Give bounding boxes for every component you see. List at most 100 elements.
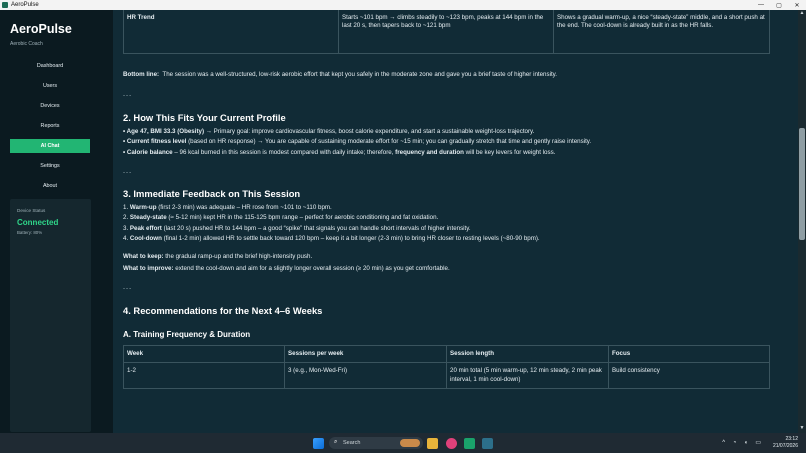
list-item: • Age 47, BMI 33.3 (Obesity) → Primary g… (123, 128, 780, 136)
feedback-list: 1. Warm-up (first 2-3 min) was adequate … (123, 204, 780, 243)
separator: --- (123, 285, 133, 293)
table-header-row: Week Sessions per week Session length Fo… (123, 345, 770, 364)
separator: --- (123, 91, 133, 99)
sidebar: AeroPulse Aerobic Coach Dashboard Users … (0, 10, 100, 433)
what-to-improve-text: extend the cool-down and aim for a sligh… (173, 264, 450, 272)
list-item-text: (final 1-2 min) allowed HR to settle bac… (161, 235, 540, 243)
list-item-text: (first 2-3 min) was adequate – HR rose f… (156, 204, 332, 212)
sidebar-item-users[interactable]: Users (10, 79, 90, 93)
device-battery: Battery: 80% (17, 230, 43, 235)
taskbar-search[interactable]: ⌕ Search (329, 437, 423, 449)
close-button[interactable]: ✕ (788, 2, 806, 9)
training-plan-table: Week Sessions per week Session length Fo… (123, 345, 770, 390)
list-item-number: 4. (123, 235, 130, 243)
sidebar-item-dashboard[interactable]: Dashboard (10, 59, 90, 73)
what-to-keep-text: the gradual ramp-up and the brief high-i… (163, 253, 313, 261)
clock[interactable]: 23:12 21/07/2026 (773, 436, 798, 449)
table-cell: 1-2 (123, 362, 285, 390)
list-item-text: (based on HR response) → You are capable… (186, 138, 592, 146)
list-item: 2. Steady-state (≈ 5-12 min) kept HR in … (123, 214, 780, 222)
aeropulse-app-icon[interactable] (482, 438, 493, 449)
what-to-improve: What to improve: extend the cool-down an… (123, 265, 780, 273)
file-explorer-icon[interactable] (427, 438, 438, 449)
table-row: HR Trend Starts ~101 bpm → climbs steadi… (123, 10, 770, 54)
bottom-line: Bottom line: The session was a well-stru… (123, 71, 780, 79)
sidebar-item-about[interactable]: About (10, 179, 90, 193)
table-header: Sessions per week (284, 345, 447, 364)
table-cell: 3 (e.g., Mon-Wed-Fri) (284, 362, 447, 390)
table-cell: HR Trend (123, 10, 339, 54)
list-item-text: – 96 kcal burned in this session is mode… (172, 148, 396, 156)
profile-list: • Age 47, BMI 33.3 (Obesity) → Primary g… (123, 128, 780, 157)
subsection-a-title: A. Training Frequency & Duration (123, 330, 251, 340)
assistant-message: HR Trend Starts ~101 bpm → climbs steadi… (123, 10, 780, 390)
list-item-number: 2. (123, 214, 130, 222)
table-cell: Shows a gradual warm-up, a nice “steady-… (553, 10, 770, 54)
sidebar-nav: Dashboard Users Devices Reports AI Chat … (10, 59, 90, 199)
table-cell: 20 min total (5 min warm-up, 12 min stea… (446, 362, 609, 390)
list-item: 1. Warm-up (first 2-3 min) was adequate … (123, 204, 780, 212)
list-item-text: (≈ 5-12 min) kept HR in the 115-125 bpm … (166, 214, 439, 222)
search-highlight-icon (400, 439, 420, 447)
list-item-lead: • Current fitness level (123, 138, 187, 146)
title-bar: AeroPulse — ▢ ✕ (0, 0, 806, 10)
list-item: • Calorie balance – 96 kcal burned in th… (123, 149, 780, 157)
scroll-up-icon[interactable]: ▲ (798, 10, 806, 18)
list-item-number: 3. (123, 224, 130, 232)
sidebar-item-devices[interactable]: Devices (10, 99, 90, 113)
list-item-lead: • Calorie balance (123, 148, 173, 156)
system-tray-icons[interactable]: ^ ◔ ◖ ▭ (722, 439, 764, 446)
list-item: • Current fitness level (based on HR res… (123, 138, 780, 146)
hr-summary-table: HR Trend Starts ~101 bpm → climbs steadi… (123, 10, 770, 54)
table-header: Focus (608, 345, 770, 364)
what-to-keep-label: What to keep: (123, 253, 164, 261)
table-cell: Build consistency (608, 362, 770, 390)
list-item-emphasis: frequency and duration (395, 148, 464, 156)
maximize-button[interactable]: ▢ (770, 2, 788, 9)
app-subtitle: Aerobic Coach (10, 41, 43, 47)
search-placeholder: Search (343, 440, 361, 446)
browser-icon[interactable] (446, 438, 457, 449)
taskbar: ⌕ Search ^ ◔ ◖ ▭ 23:12 21/07/2026 (0, 433, 806, 453)
list-item-text: will be key levers for weight loss. (463, 148, 556, 156)
sidebar-item-reports[interactable]: Reports (10, 119, 90, 133)
list-item: 3. Peak effort (last 20 s) pushed HR to … (123, 225, 780, 233)
list-item-number: 1. (123, 204, 130, 212)
table-row: 1-2 3 (e.g., Mon-Wed-Fri) 20 min total (… (123, 362, 770, 390)
list-item-text: → Primary goal: improve cardiovascular f… (204, 127, 535, 135)
clock-date: 21/07/2026 (772, 442, 798, 449)
what-to-improve-label: What to improve: (123, 264, 174, 272)
section-3-title: 3. Immediate Feedback on This Session (123, 188, 301, 200)
section-4-title: 4. Recommendations for the Next 4–6 Week… (123, 304, 323, 316)
sidebar-item-ai-chat[interactable]: AI Chat (10, 139, 90, 153)
scrollbar-thumb[interactable] (799, 128, 805, 240)
scroll-down-icon[interactable]: ▼ (798, 425, 806, 433)
what-to-keep: What to keep: the gradual ramp-up and th… (123, 253, 780, 261)
device-connection-status: Connected (17, 218, 59, 227)
section-2-title: 2. How This Fits Your Current Profile (123, 112, 286, 124)
app-name: AeroPulse (10, 22, 72, 36)
table-header: Session length (446, 345, 609, 364)
list-item-text: (last 20 s) pushed HR to 144 bpm – a goo… (161, 224, 471, 232)
app-icon (2, 2, 8, 8)
store-icon[interactable] (464, 438, 475, 449)
table-header: Week (123, 345, 285, 364)
sidebar-item-settings[interactable]: Settings (10, 159, 90, 173)
list-item-lead: Steady-state (129, 214, 167, 222)
device-status-card: Device Status Connected Battery: 80% (10, 199, 91, 432)
start-icon[interactable] (313, 438, 324, 449)
bottom-line-label: Bottom line: (123, 70, 160, 78)
list-item-lead: • Age 47, BMI 33.3 (Obesity) (123, 127, 205, 135)
vertical-scrollbar[interactable]: ▲ ▼ (798, 10, 806, 433)
search-icon: ⌕ (334, 439, 338, 445)
minimize-button[interactable]: — (752, 2, 770, 8)
list-item-lead: Warm-up (129, 204, 157, 212)
bottom-line-text: The session was a well-structured, low-r… (162, 70, 558, 78)
table-cell: Starts ~101 bpm → climbs steadily to ~12… (338, 10, 554, 54)
list-item: 4. Cool-down (final 1-2 min) allowed HR … (123, 235, 780, 243)
window-title: AeroPulse (11, 2, 39, 8)
list-item-lead: Peak effort (129, 224, 162, 232)
device-status-label: Device Status (17, 208, 46, 213)
list-item-lead: Cool-down (129, 235, 162, 243)
chat-panel: HR Trend Starts ~101 bpm → climbs steadi… (113, 10, 798, 433)
